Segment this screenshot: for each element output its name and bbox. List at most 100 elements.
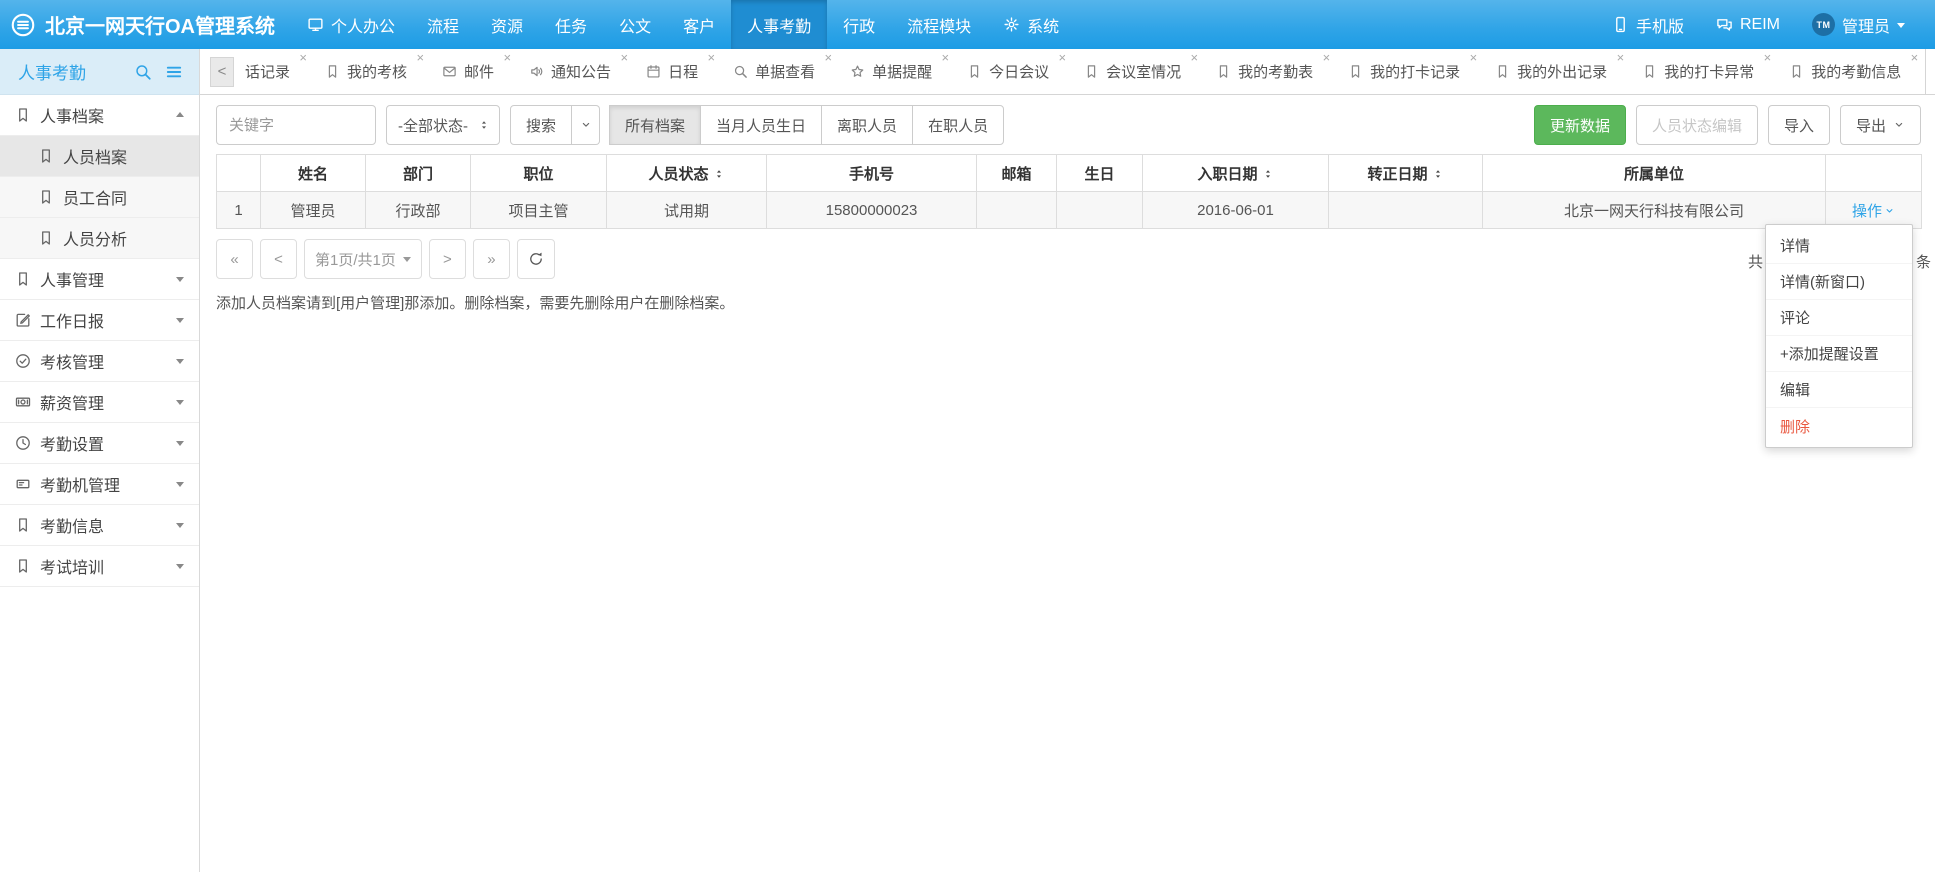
tab-close-icon[interactable]: × [825,51,833,64]
caret-icon [176,108,184,117]
tab[interactable]: 话记录 × [234,49,314,94]
tab-label: 我的打卡记录 [1370,61,1460,82]
app-title: 北京一网天行OA管理系统 [45,10,275,39]
update-data-button[interactable]: 更新数据 [1534,105,1626,145]
tab[interactable]: 通知公告 × [518,49,635,94]
status-edit-button[interactable]: 人员状态编辑 [1636,105,1758,145]
import-button[interactable]: 导入 [1768,105,1830,145]
search-icon[interactable] [134,63,152,81]
tab[interactable]: 日程 × [635,49,722,94]
filter-button[interactable]: 离职人员 [821,105,913,145]
tab-close-icon[interactable]: × [707,51,715,64]
tab-close-icon[interactable]: × [503,51,511,64]
tab[interactable]: 今日会议 × [956,49,1073,94]
action-menu-item[interactable]: 编辑 [1766,372,1912,408]
tab[interactable]: 我的外出记录 × [1484,49,1631,94]
tab-close-icon[interactable]: × [1191,51,1199,64]
tab[interactable]: 我的考核 × [314,49,431,94]
mobile-version-link[interactable]: 手机版 [1596,0,1700,49]
tab-close-icon[interactable]: × [1323,51,1331,64]
nav-item[interactable]: 客户 [667,0,731,49]
sidebar-item[interactable]: 人事管理 [0,259,199,300]
tab-close-icon[interactable]: × [1617,51,1625,64]
record-count-fragment: 条 [1916,251,1931,272]
pagination: « < 第1页/共1页 > » [216,239,1935,279]
table-row[interactable]: 1 管理员 行政部 项目主管 试用期 15800000023 2016-06-0… [217,192,1922,229]
col-status-sortable[interactable]: 人员状态 [607,155,767,192]
nav-item[interactable]: 人事考勤 [731,0,827,49]
action-menu-item[interactable]: 详情(新窗口) [1766,264,1912,300]
tab-label: 单据提醒 [872,61,932,82]
sidebar-item[interactable]: 人事档案 [0,95,199,136]
refresh-button[interactable] [517,239,555,279]
page-prev-button[interactable]: < [260,239,297,279]
action-menu-item[interactable]: 删除 [1766,408,1912,444]
tab[interactable]: 会议室情况 × [1073,49,1205,94]
nav-item[interactable]: 流程 [411,0,475,49]
cell-company: 北京一网天行科技有限公司 [1483,192,1826,229]
nav-item[interactable]: 系统 [987,0,1075,49]
sidebar-item[interactable]: 考勤设置 [0,423,199,464]
tab[interactable]: 我的打卡异常 × [1631,49,1778,94]
menu-toggle-icon[interactable] [165,63,183,81]
tab[interactable]: 人员档案 [1925,49,1935,94]
tab-close-icon[interactable]: × [1911,51,1919,64]
user-menu[interactable]: TM 管理员 [1796,0,1921,49]
tab-close-icon[interactable]: × [1059,51,1067,64]
nav-item[interactable]: 任务 [539,0,603,49]
sidebar-item[interactable]: 考勤机管理 [0,464,199,505]
keyword-input[interactable] [216,105,376,145]
nav-item[interactable]: 行政 [827,0,891,49]
tab[interactable]: 我的考勤表 × [1205,49,1337,94]
action-menu-item[interactable]: 评论 [1766,300,1912,336]
tab[interactable]: 单据查看 × [722,49,839,94]
col-regular-date-sortable[interactable]: 转正日期 [1329,155,1483,192]
sidebar-item[interactable]: 薪资管理 [0,382,199,423]
page-indicator-dropdown[interactable]: 第1页/共1页 [304,239,422,279]
tab[interactable]: 单据提醒 × [839,49,956,94]
page-next-button[interactable]: > [429,239,466,279]
export-button[interactable]: 导出 [1840,105,1921,145]
tab-close-icon[interactable]: × [299,51,307,64]
filter-button[interactable]: 在职人员 [912,105,1004,145]
action-menu-item[interactable]: 详情 [1766,228,1912,264]
tab-close-icon[interactable]: × [1470,51,1478,64]
tabs-scroll-left-button[interactable]: < [210,57,234,87]
nav-item[interactable]: 个人办公 [291,0,411,49]
page-last-button[interactable]: » [473,239,510,279]
col-hire-date-sortable[interactable]: 入职日期 [1143,155,1329,192]
filter-button[interactable]: 所有档案 [609,105,701,145]
sidebar-item[interactable]: 员工合同 [0,177,199,218]
bookmark-icon [15,107,31,123]
sidebar-item-label: 考勤信息 [40,513,104,537]
status-select[interactable]: -全部状态- [386,105,500,145]
caret-icon [176,441,184,450]
tab-close-icon[interactable]: × [942,51,950,64]
nav-item[interactable]: 公文 [603,0,667,49]
nav-item[interactable]: 流程模块 [891,0,987,49]
bookmark-icon [15,271,31,287]
search-button[interactable]: 搜索 [510,105,572,145]
page-first-button[interactable]: « [216,239,253,279]
sidebar-item[interactable]: 人员档案 [0,136,199,177]
row-action-link[interactable]: 操作 [1852,200,1895,221]
sidebar-item[interactable]: 人员分析 [0,218,199,259]
bookmark-icon [15,517,31,533]
tab-close-icon[interactable]: × [1764,51,1772,64]
sidebar-item[interactable]: 考试培训 [0,546,199,587]
tab[interactable]: 我的打卡记录 × [1337,49,1484,94]
tab[interactable]: 邮件 × [431,49,518,94]
filter-button[interactable]: 当月人员生日 [700,105,822,145]
tab[interactable]: 我的考勤信息 × [1778,49,1925,94]
sidebar-item[interactable]: 考核管理 [0,341,199,382]
search-dropdown-button[interactable] [572,105,600,145]
action-menu-item-label: 详情 [1780,235,1810,256]
tab-close-icon[interactable]: × [620,51,628,64]
chevron-down-icon [580,119,592,131]
sidebar-item[interactable]: 考勤信息 [0,505,199,546]
reim-link[interactable]: REIM [1700,0,1796,49]
sidebar-item[interactable]: 工作日报 [0,300,199,341]
action-menu-item[interactable]: +添加提醒设置 [1766,336,1912,372]
nav-item[interactable]: 资源 [475,0,539,49]
tab-close-icon[interactable]: × [416,51,424,64]
